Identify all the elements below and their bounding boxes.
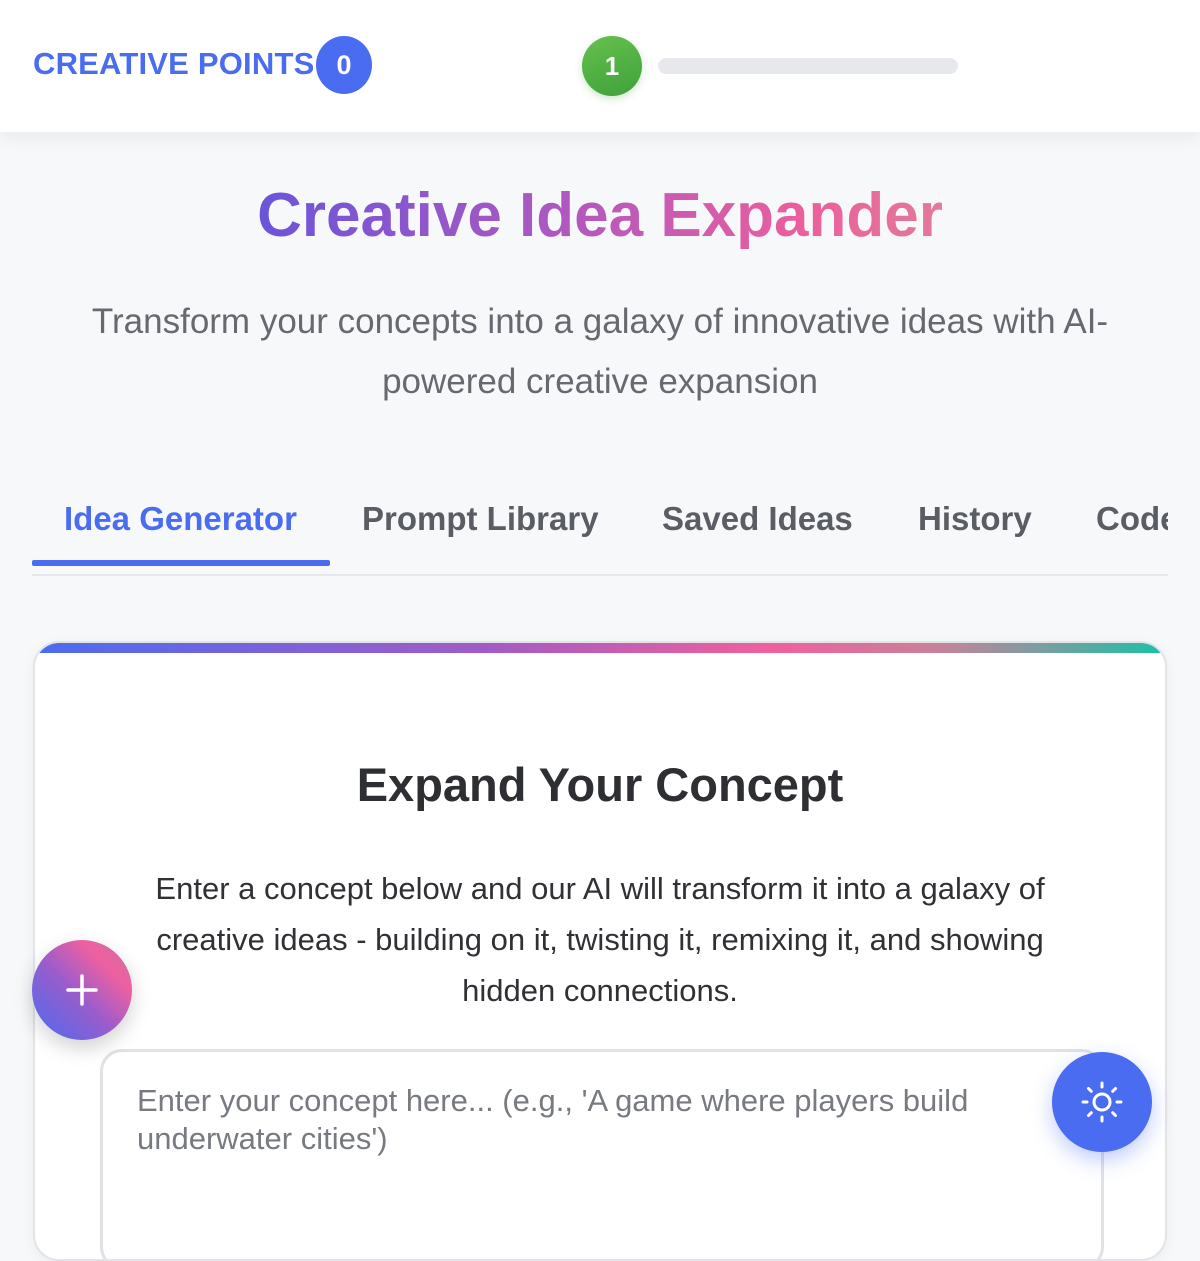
- card-title: Expand Your Concept: [356, 758, 844, 811]
- tab-saved-ideas[interactable]: Saved Ideas: [662, 490, 853, 566]
- card-description: Enter a concept below and our AI will tr…: [155, 871, 1045, 1008]
- theme-toggle-button[interactable]: [1052, 1052, 1152, 1152]
- creative-points-badge: 0: [316, 36, 372, 94]
- tab-history[interactable]: History: [918, 490, 1032, 566]
- concept-card: Expand Your Concept Enter a concept belo…: [33, 641, 1167, 1261]
- level-progress-bar: [658, 58, 958, 74]
- creative-points-label: CREATIVE POINTS: [33, 46, 315, 81]
- sun-icon: [1081, 1081, 1123, 1123]
- page-title: Creative Idea Expander: [0, 180, 1200, 251]
- page-subtitle: Transform your concepts into a galaxy of…: [91, 302, 1109, 401]
- concept-input[interactable]: [100, 1049, 1104, 1259]
- level-badge: 1: [582, 36, 642, 96]
- card-gradient-bar: [35, 643, 1165, 653]
- tab-idea-generator[interactable]: Idea Generator: [64, 490, 297, 566]
- tab-bar: Idea Generator Prompt Library Saved Idea…: [32, 490, 1168, 576]
- page-title-text: Creative Idea Expander: [257, 181, 943, 250]
- top-bar: CREATIVE POINTS 0 1: [0, 0, 1200, 132]
- plus-icon: [66, 974, 98, 1006]
- tab-code[interactable]: Code: [1096, 490, 1168, 566]
- add-idea-button[interactable]: [32, 940, 132, 1040]
- tab-prompt-library[interactable]: Prompt Library: [362, 490, 599, 566]
- active-tab-indicator: [32, 560, 330, 566]
